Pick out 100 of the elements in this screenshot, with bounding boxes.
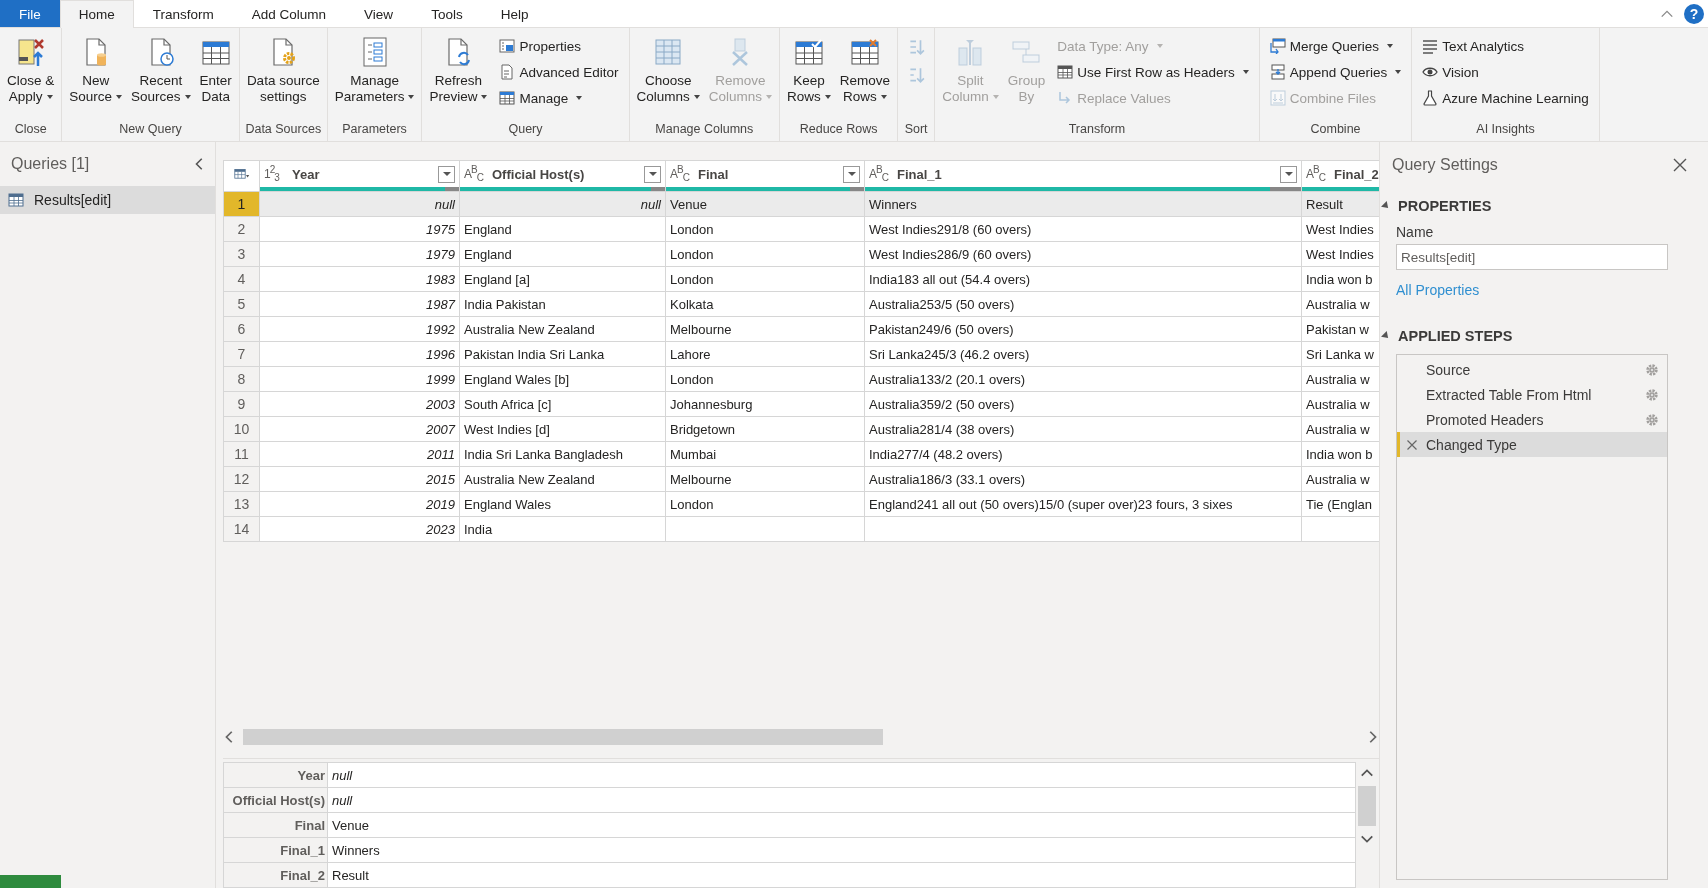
row-number[interactable]: 3 bbox=[223, 241, 260, 267]
combine-files-icon bbox=[1269, 90, 1286, 106]
caret-icon bbox=[693, 95, 700, 100]
filter-dropdown-button[interactable] bbox=[438, 165, 455, 183]
row-number[interactable]: 12 bbox=[223, 466, 260, 492]
field-label: Final_1 bbox=[223, 837, 328, 863]
help-button[interactable]: ? bbox=[1684, 3, 1704, 24]
ribbon-button[interactable]: Vision bbox=[1419, 60, 1592, 84]
column-header[interactable]: A$^{B}$$_{C}$ Final bbox=[665, 160, 865, 192]
row-number[interactable]: 4 bbox=[223, 266, 260, 292]
merge-icon bbox=[1269, 38, 1286, 54]
filter-dropdown-button[interactable] bbox=[1280, 165, 1297, 183]
ribbon-button[interactable]: Enter Data bbox=[195, 34, 236, 105]
ribbon-button[interactable]: Text Analytics bbox=[1419, 34, 1592, 58]
ribbon-button[interactable]: Azure Machine Learning bbox=[1419, 86, 1592, 110]
caret-icon bbox=[1242, 70, 1249, 74]
caret-icon bbox=[1387, 44, 1394, 48]
properties-icon bbox=[499, 38, 516, 54]
ribbon-button[interactable]: Merge Queries bbox=[1266, 34, 1405, 58]
applied-step[interactable]: Promoted Headers bbox=[1397, 407, 1667, 432]
ribbon-button[interactable]: Manage bbox=[496, 86, 622, 110]
applied-step[interactable]: Source bbox=[1397, 357, 1667, 382]
script-document-icon bbox=[499, 64, 516, 80]
caret-icon bbox=[46, 95, 53, 100]
group-label: Reduce Rows bbox=[798, 121, 879, 138]
row-number[interactable]: 11 bbox=[223, 441, 260, 467]
section-heading: APPLIED STEPS bbox=[1398, 328, 1513, 344]
table-cell: Australia359/2 (50 overs) bbox=[864, 391, 1302, 417]
applied-step[interactable]: Changed Type bbox=[1397, 432, 1667, 457]
table-cell: West Indies291/8 (60 overs) bbox=[864, 216, 1302, 242]
group-label: Parameters bbox=[341, 121, 408, 138]
row-number[interactable]: 9 bbox=[223, 391, 260, 417]
table-cell: England241 all out (50 overs)15/0 (super over)23 fours, 3 sixes bbox=[864, 491, 1302, 517]
table-cell: 1999 bbox=[259, 366, 460, 392]
ribbon-tab[interactable]: Help bbox=[481, 0, 548, 27]
delete-icon[interactable] bbox=[1406, 438, 1418, 451]
table-cell: India Sri Lanka Bangladesh bbox=[459, 441, 666, 467]
row-number[interactable]: 8 bbox=[223, 366, 260, 392]
row-number[interactable]: 7 bbox=[223, 341, 260, 367]
column-header[interactable]: A$^{B}$$_{C}$ Final_2 bbox=[1301, 160, 1379, 192]
scrollbar-thumb[interactable] bbox=[1358, 786, 1376, 826]
row-number[interactable]: 6 bbox=[223, 316, 260, 342]
caret-icon bbox=[880, 95, 887, 100]
table-cell: India183 all out (54.4 overs) bbox=[864, 266, 1302, 292]
ribbon-tab[interactable]: Tools bbox=[412, 0, 482, 27]
applied-step[interactable]: Extracted Table From Html bbox=[1397, 382, 1667, 407]
ribbon-button[interactable]: Properties bbox=[496, 34, 622, 58]
table-cell: null bbox=[259, 191, 460, 217]
row-number[interactable]: 5 bbox=[223, 291, 260, 317]
ribbon-button[interactable]: Recent Sources bbox=[127, 34, 195, 105]
ribbon-button[interactable]: Use First Row as Headers bbox=[1054, 60, 1252, 84]
column-name: Official Host(s) bbox=[492, 166, 586, 182]
ribbon-tab[interactable]: Home bbox=[59, 0, 134, 28]
close-icon[interactable] bbox=[1672, 157, 1688, 173]
ribbon-button[interactable]: Choose Columns bbox=[632, 34, 704, 105]
ribbon-button[interactable]: Keep Rows bbox=[783, 34, 835, 105]
scrollbar-thumb[interactable] bbox=[243, 729, 883, 745]
caret-icon bbox=[116, 95, 123, 100]
ribbon-button[interactable]: Refresh Preview bbox=[425, 34, 492, 105]
table-cell: England Wales bbox=[459, 491, 666, 517]
ribbon-tab[interactable]: Transform bbox=[133, 0, 233, 27]
table-cell: Melbourne bbox=[665, 466, 865, 492]
ribbon-button[interactable]: Append Queries bbox=[1266, 60, 1405, 84]
file-menu-tab[interactable]: File bbox=[0, 0, 60, 27]
flask-icon bbox=[1422, 90, 1439, 106]
table-cell: Australia253/5 (50 overs) bbox=[864, 291, 1302, 317]
row-number[interactable]: 2 bbox=[223, 216, 260, 242]
column-name: Year bbox=[292, 166, 321, 182]
ribbon-button[interactable]: Manage Parameters bbox=[330, 34, 419, 105]
table-cell: Australia New Zealand bbox=[459, 316, 666, 342]
table-cell: Australia186/3 (33.1 overs) bbox=[864, 466, 1302, 492]
table-cell: 2023 bbox=[259, 516, 460, 542]
row-number[interactable]: 1 bbox=[223, 191, 260, 217]
table-cell: England bbox=[459, 241, 666, 267]
row-number[interactable]: 10 bbox=[223, 416, 260, 442]
column-header[interactable]: A$^{B}$$_{C}$ Official Host(s) bbox=[459, 160, 666, 192]
column-header[interactable]: A$^{B}$$_{C}$ Final_1 bbox=[864, 160, 1302, 192]
filter-dropdown-button[interactable] bbox=[644, 165, 661, 183]
field-label: Year bbox=[223, 762, 328, 788]
group-label: Transform bbox=[1067, 121, 1127, 138]
ribbon-button[interactable]: Data source settings bbox=[242, 34, 324, 105]
column-name: Final bbox=[698, 166, 730, 182]
row-number[interactable]: 13 bbox=[223, 491, 260, 517]
ribbon-button[interactable]: New Source bbox=[65, 34, 127, 105]
table-cell: Sri Lanka245/3 (46.2 overs) bbox=[864, 341, 1302, 367]
ribbon-button[interactable]: Remove Rows bbox=[835, 34, 895, 105]
ribbon-tab[interactable]: Add Column bbox=[232, 0, 346, 27]
section-heading: PROPERTIES bbox=[1398, 198, 1492, 214]
field-value: Venue bbox=[327, 812, 1356, 838]
group-label: Close bbox=[13, 121, 48, 138]
ribbon-button[interactable]: Close & Apply bbox=[3, 34, 59, 105]
query-item[interactable]: Results[edit] bbox=[0, 186, 215, 214]
table-cell: London bbox=[665, 491, 865, 517]
table-cell: 2007 bbox=[259, 416, 460, 442]
ribbon-button[interactable]: Advanced Editor bbox=[496, 60, 622, 84]
table-cell: 1992 bbox=[259, 316, 460, 342]
ribbon-tab[interactable]: View bbox=[345, 0, 413, 27]
row-number[interactable]: 14 bbox=[223, 516, 260, 542]
name-field[interactable]: Results[edit] bbox=[1396, 244, 1668, 270]
filter-dropdown-button[interactable] bbox=[843, 165, 860, 183]
